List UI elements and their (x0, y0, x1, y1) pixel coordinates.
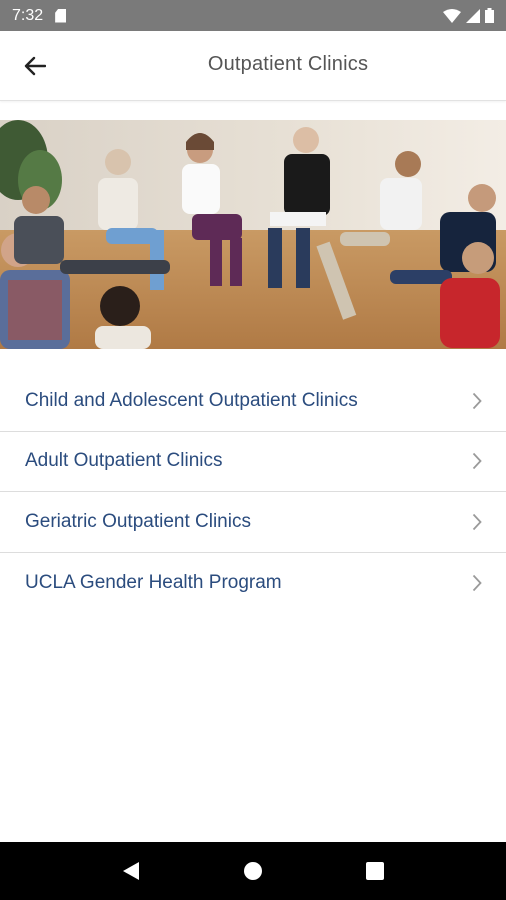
back-triangle-icon (123, 862, 139, 880)
status-right (443, 8, 494, 23)
list-item-label: Adult Outpatient Clinics (25, 450, 223, 472)
status-left: 7:32 (12, 6, 67, 25)
signal-icon (466, 8, 480, 23)
chevron-right-icon (470, 391, 484, 411)
battery-icon (485, 8, 494, 23)
list-item-child-adolescent[interactable]: Child and Adolescent Outpatient Clinics (0, 371, 506, 432)
clinic-list: Child and Adolescent Outpatient Clinics … (0, 371, 506, 613)
nav-back-button[interactable] (111, 851, 151, 891)
list-item-adult[interactable]: Adult Outpatient Clinics (0, 432, 506, 492)
list-item-label: UCLA Gender Health Program (25, 571, 282, 593)
page-title: Outpatient Clinics (207, 53, 369, 75)
group-therapy-photo (0, 120, 506, 349)
wifi-icon (443, 8, 461, 23)
hero-image (0, 120, 506, 349)
recents-square-icon (366, 862, 384, 880)
app-bar: Outpatient Clinics (0, 31, 506, 101)
list-item-label: Child and Adolescent Outpatient Clinics (25, 389, 358, 411)
chevron-right-icon (470, 451, 484, 471)
nav-recents-button[interactable] (355, 851, 395, 891)
system-nav-bar (0, 842, 506, 900)
status-time: 7:32 (12, 6, 44, 24)
nav-home-button[interactable] (233, 851, 273, 891)
chevron-right-icon (470, 573, 484, 593)
sd-card-icon (55, 8, 67, 23)
list-item-label: Geriatric Outpatient Clinics (25, 510, 251, 532)
list-item-geriatric[interactable]: Geriatric Outpatient Clinics (0, 492, 506, 553)
list-item-gender-health[interactable]: UCLA Gender Health Program (0, 553, 506, 614)
status-bar: 7:32 (0, 0, 506, 31)
home-circle-icon (244, 862, 262, 880)
chevron-right-icon (470, 512, 484, 532)
